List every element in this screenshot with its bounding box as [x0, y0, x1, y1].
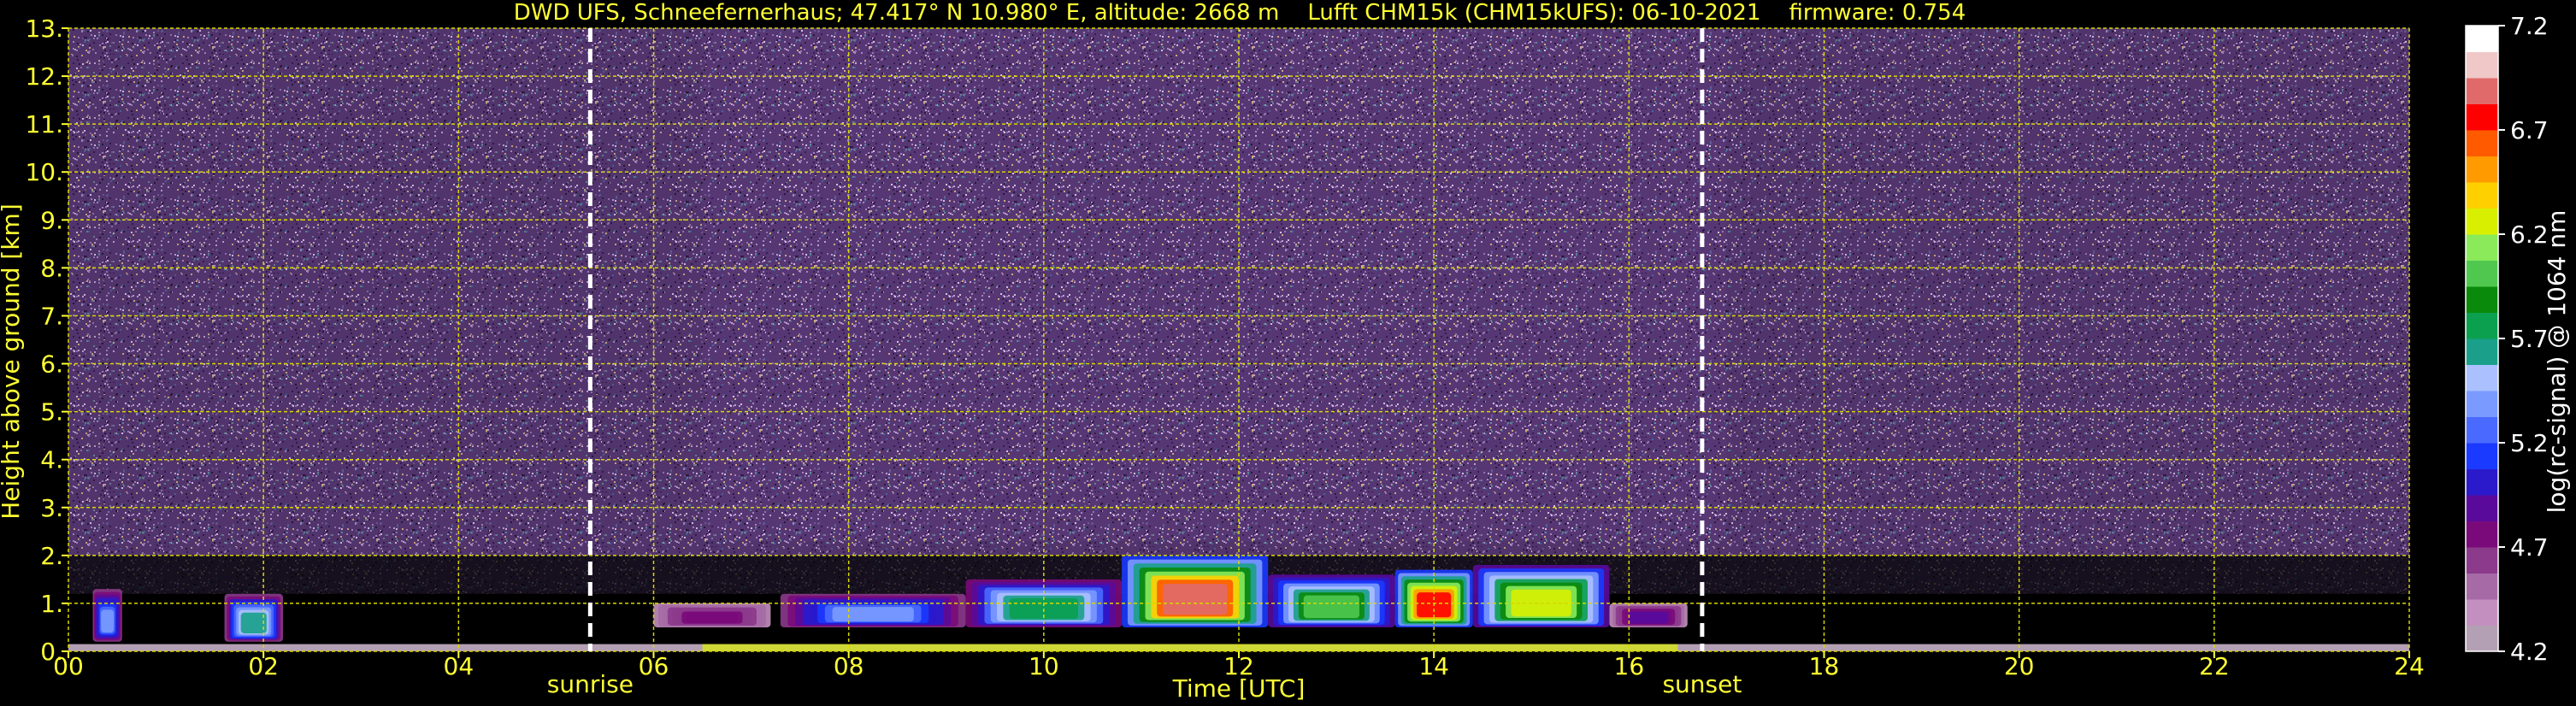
colorbar-tick-label: 6.7 — [2510, 116, 2549, 144]
y-axis-label: Height above ground [km] — [0, 203, 25, 520]
cloud-layer — [686, 612, 739, 624]
colorbar-swatch — [2466, 103, 2498, 131]
y-axis-ticks: 0.1.2.3.4.5.6.7.8.9.10.11.12.13. — [25, 15, 68, 666]
y-tick-label: 6. — [40, 350, 63, 379]
colorbar-swatch — [2466, 234, 2498, 261]
x-tick-label: 00 — [53, 652, 84, 680]
colorbar-swatch — [2466, 391, 2498, 417]
x-tick-label: 08 — [834, 652, 864, 680]
x-tick-label: 16 — [1614, 652, 1645, 680]
y-tick-label: 7. — [40, 302, 63, 330]
x-tick-label: 18 — [1809, 652, 1840, 680]
cloud-layer — [1631, 612, 1666, 624]
y-tick-label: 2. — [40, 542, 63, 570]
y-tick-label: 5. — [40, 398, 63, 427]
x-tick-label: 22 — [2199, 652, 2230, 680]
colorbar-swatch — [2466, 573, 2498, 600]
colorbar-swatch — [2466, 468, 2498, 496]
colorbar-swatch — [2466, 182, 2498, 209]
daytime-noise — [702, 28, 1727, 542]
colorbar-swatch — [2466, 443, 2498, 469]
colorbar-swatch — [2466, 312, 2498, 339]
colorbar-swatch — [2466, 364, 2498, 391]
colorbar-swatch — [2466, 286, 2498, 313]
y-tick-label: 10. — [25, 158, 63, 186]
colorbar: 4.24.75.25.76.26.77.2 — [2465, 12, 2549, 666]
event-label-sunrise: sunrise — [547, 670, 634, 698]
y-tick-label: 13. — [25, 15, 63, 43]
colorbar-swatch — [2466, 156, 2498, 183]
colorbar-label: log(rc-signal) @ 1064 nm — [2543, 210, 2571, 514]
colorbar-swatch — [2466, 130, 2498, 156]
x-tick-label: 24 — [2394, 652, 2425, 680]
colorbar-swatch — [2466, 338, 2498, 365]
x-tick-label: 06 — [639, 652, 669, 680]
colorbar-swatch — [2466, 260, 2498, 287]
x-tick-label: 04 — [444, 652, 475, 680]
y-tick-label: 11. — [25, 110, 63, 138]
colorbar-tick-label: 4.7 — [2510, 533, 2549, 562]
cloud-layer — [101, 609, 115, 632]
cloud-layer — [1303, 595, 1360, 619]
cloud-layer — [240, 612, 267, 633]
colorbar-swatch — [2466, 625, 2498, 652]
x-tick-label: 10 — [1029, 652, 1059, 680]
colorbar-swatch — [2466, 521, 2498, 548]
colorbar-swatch — [2466, 26, 2498, 52]
x-tick-label: 20 — [2004, 652, 2035, 680]
y-tick-label: 1. — [40, 590, 63, 618]
chart-title: DWD UFS, Schneefernerhaus; 47.417° N 10.… — [514, 0, 1966, 26]
y-tick-label: 3. — [40, 494, 63, 522]
colorbar-swatch — [2466, 547, 2498, 574]
colorbar-tick-label: 7.2 — [2510, 12, 2549, 40]
x-tick-label: 14 — [1418, 652, 1449, 680]
colorbar-swatch — [2466, 78, 2498, 104]
colorbar-swatch — [2466, 599, 2498, 626]
colorbar-swatch — [2466, 495, 2498, 521]
x-axis-label: Time [UTC] — [1172, 674, 1306, 703]
cloud-layer — [1163, 583, 1228, 615]
x-tick-label: 02 — [248, 652, 279, 680]
colorbar-swatch — [2466, 51, 2498, 79]
y-tick-label: 8. — [40, 254, 63, 282]
event-label-sunset: sunset — [1662, 670, 1742, 698]
ceilometer-chart: DWD UFS, Schneefernerhaus; 47.417° N 10.… — [0, 0, 2571, 703]
y-tick-label: 12. — [25, 62, 63, 91]
colorbar-swatch — [2466, 416, 2498, 444]
colorbar-swatch — [2466, 208, 2498, 235]
colorbar-tick-label: 4.2 — [2510, 638, 2549, 666]
y-tick-label: 9. — [40, 206, 63, 234]
y-tick-label: 4. — [40, 446, 63, 474]
cloud-layer — [832, 607, 914, 622]
